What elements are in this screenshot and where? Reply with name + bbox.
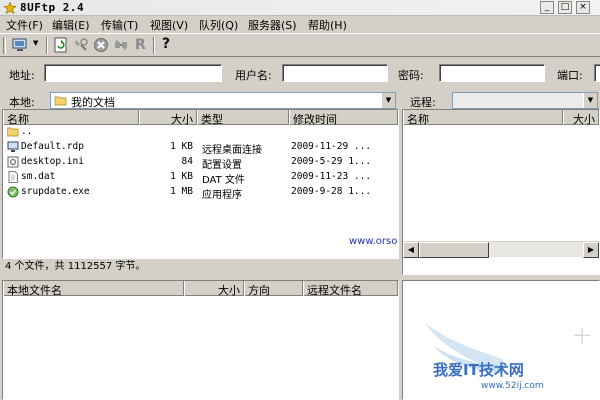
chevron-down-icon[interactable]: ▼ xyxy=(381,93,395,108)
reconnect-icon[interactable]: R xyxy=(135,37,151,53)
file-name: Default.rdp xyxy=(21,141,84,152)
file-modified: 2009-5-29 1... xyxy=(291,156,372,167)
username-label: 用户名: xyxy=(235,69,272,82)
watermark-site: www.orsoon.com xyxy=(349,236,398,247)
file-type: 配置设置 xyxy=(202,160,242,171)
file-name: desktop.ini xyxy=(21,156,84,167)
column-local-filename[interactable]: 本地文件名 xyxy=(3,281,184,296)
file-modified: 2009-9-28 1... xyxy=(291,186,372,197)
chevron-down-icon[interactable]: ▼ xyxy=(583,93,597,108)
menu-server[interactable]: 服务器(S) xyxy=(248,17,297,33)
list-item[interactable]: desktop.ini 84 配置设置 2009-5-29 1... xyxy=(3,155,398,171)
file-type: 应用程序 xyxy=(202,190,242,201)
connect-icon[interactable] xyxy=(73,37,89,53)
column-direction[interactable]: 方向 xyxy=(244,281,303,296)
remote-list-header: 名称 大小 xyxy=(403,110,599,125)
help-icon[interactable]: ? xyxy=(162,36,178,52)
file-size: 1 KB xyxy=(170,171,193,182)
menu-view[interactable]: 视图(V) xyxy=(150,17,188,33)
local-status-bar: 4 个文件，共 1112557 字节。 xyxy=(2,260,399,274)
toolbar-separator xyxy=(46,37,48,54)
log-pane[interactable]: 十 我爱IT技术网 www.52ij.com xyxy=(402,280,600,400)
column-size[interactable]: 大小 xyxy=(184,281,244,296)
menu-transfer[interactable]: 传输(T) xyxy=(101,17,138,33)
local-file-list[interactable]: 名称 大小 类型 修改时间 .. Default.rdp 1 KB 远程桌面连接… xyxy=(2,109,399,259)
svg-text:十: 十 xyxy=(573,327,591,348)
settings-file-icon xyxy=(7,156,19,168)
column-size[interactable]: 大小 xyxy=(563,110,599,125)
folder-icon xyxy=(54,96,67,106)
remote-location-bar: 远程: ▼ xyxy=(402,91,600,109)
username-field[interactable] xyxy=(282,64,388,82)
remote-horizontal-scrollbar[interactable]: ◀ ▶ xyxy=(403,241,599,258)
column-size[interactable]: 大小 xyxy=(139,110,197,125)
app-star-icon xyxy=(4,2,16,14)
stop-icon[interactable] xyxy=(93,37,109,53)
file-type: 远程桌面连接 xyxy=(202,145,262,156)
document-icon xyxy=(8,171,18,183)
toolbar-grip xyxy=(3,37,6,54)
file-size: 1 MB xyxy=(170,186,193,197)
site-manager-dropdown-arrow-icon[interactable]: ▼ xyxy=(33,39,38,47)
brand-watermark: 我爱IT技术网 xyxy=(433,361,524,379)
toolbar: ▼ R ? xyxy=(0,33,600,57)
menu-queue[interactable]: 队列(Q) xyxy=(199,17,238,33)
queue-header: 本地文件名 大小 方向 远程文件名 xyxy=(3,281,398,296)
local-path-text: 我的文档 xyxy=(71,96,115,109)
column-name[interactable]: 名称 xyxy=(403,110,563,125)
window-title: 8UFtp 2.4 xyxy=(20,1,85,14)
local-path-combo[interactable]: 我的文档 ▼ xyxy=(50,92,396,109)
file-size: 1 KB xyxy=(170,141,193,152)
file-type: DAT 文件 xyxy=(202,175,245,186)
port-field[interactable] xyxy=(594,64,600,82)
address-label: 地址: xyxy=(9,69,35,82)
port-label: 端口: xyxy=(557,69,583,82)
remote-location-label: 远程: xyxy=(410,96,436,109)
local-location-label: 本地: xyxy=(9,96,35,109)
parent-folder-icon xyxy=(7,127,19,137)
file-name: srupdate.exe xyxy=(21,186,90,197)
menu-help[interactable]: 帮助(H) xyxy=(308,17,347,33)
file-modified: 2009-11-29 ... xyxy=(291,141,372,152)
file-name: .. xyxy=(21,126,33,137)
menu-edit[interactable]: 编辑(E) xyxy=(52,17,90,33)
column-name[interactable]: 名称 xyxy=(3,110,139,125)
file-modified: 2009-11-23 ... xyxy=(291,171,372,182)
list-item[interactable]: srupdate.exe 1 MB 应用程序 2009-9-28 1... xyxy=(3,185,398,201)
menu-file[interactable]: 文件(F) xyxy=(6,17,43,33)
file-size: 84 xyxy=(181,156,193,167)
column-type[interactable]: 类型 xyxy=(197,110,289,125)
address-field[interactable] xyxy=(44,64,222,82)
refresh-icon[interactable] xyxy=(53,37,69,53)
scrollbar-thumb[interactable] xyxy=(419,242,489,258)
brand-url-watermark: www.52ij.com xyxy=(481,381,544,391)
remote-desktop-file-icon xyxy=(7,141,19,152)
list-item[interactable]: .. xyxy=(3,125,398,140)
password-label: 密码: xyxy=(398,69,424,82)
remote-path-combo[interactable]: ▼ xyxy=(452,92,598,109)
minimize-button[interactable]: _ xyxy=(540,1,554,14)
list-item[interactable]: sm.dat 1 KB DAT 文件 2009-11-23 ... xyxy=(3,170,398,186)
scroll-right-icon[interactable]: ▶ xyxy=(583,242,599,258)
application-icon xyxy=(7,186,19,198)
title-bar: 8UFtp 2.4 _ □ × xyxy=(0,0,600,16)
file-name: sm.dat xyxy=(21,171,56,182)
password-field[interactable] xyxy=(439,64,545,82)
disconnect-icon[interactable] xyxy=(113,37,129,53)
column-modified[interactable]: 修改时间 xyxy=(289,110,398,125)
transfer-queue[interactable]: 本地文件名 大小 方向 远程文件名 xyxy=(2,280,399,400)
list-item[interactable]: Default.rdp 1 KB 远程桌面连接 2009-11-29 ... xyxy=(3,140,398,156)
close-button[interactable]: × xyxy=(576,1,590,14)
menu-bar: 文件(F) 编辑(E) 传输(T) 视图(V) 队列(Q) 服务器(S) 帮助(… xyxy=(0,16,600,32)
site-manager-icon[interactable] xyxy=(12,37,30,53)
column-remote-filename[interactable]: 远程文件名 xyxy=(303,281,398,296)
toolbar-separator xyxy=(153,37,155,54)
maximize-button[interactable]: □ xyxy=(558,1,572,14)
quick-connect-bar: 地址: 用户名: 密码: 端口: xyxy=(0,60,600,86)
scroll-left-icon[interactable]: ◀ xyxy=(403,242,419,258)
local-location-bar: 本地: 我的文档 ▼ xyxy=(0,91,398,109)
remote-file-list[interactable]: 名称 大小 ◀ ▶ xyxy=(402,109,600,275)
local-list-header: 名称 大小 类型 修改时间 xyxy=(3,110,398,125)
